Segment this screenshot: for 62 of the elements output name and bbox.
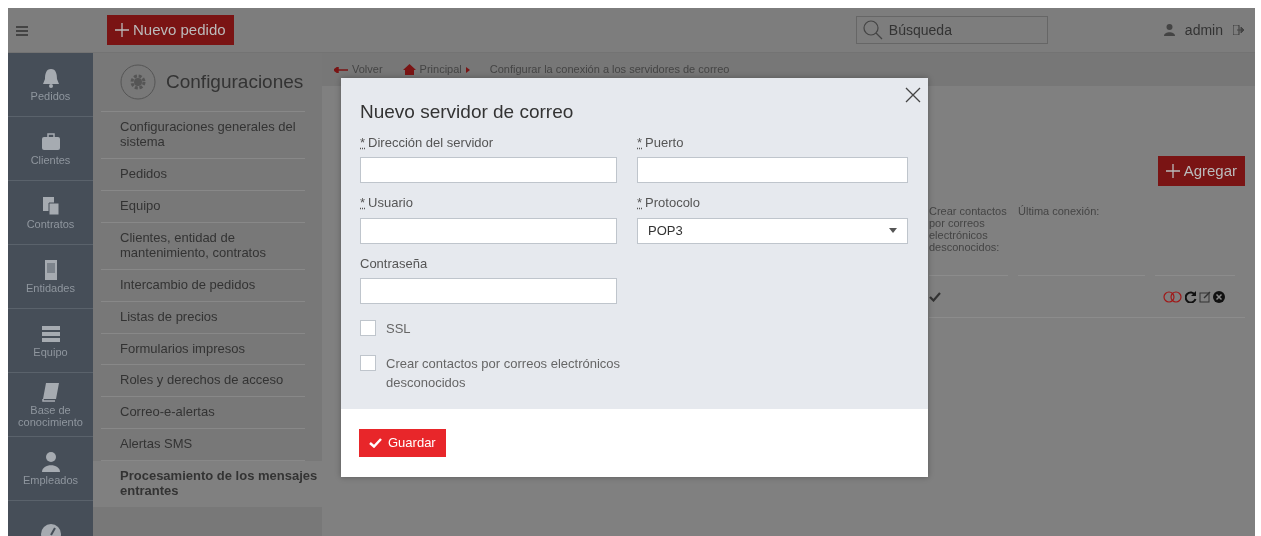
settings-menu-item[interactable]: Clientes, entidad de mantenimiento, contratos (101, 222, 305, 270)
settings-menu-item[interactable]: Formularios impresos (101, 333, 305, 366)
delete-icon[interactable] (1213, 290, 1225, 303)
settings-menu-item[interactable]: Equipo (101, 190, 305, 223)
new-order-button[interactable]: Nuevo pedido (107, 15, 234, 45)
search-icon (862, 20, 883, 40)
refresh-icon[interactable] (1185, 290, 1197, 303)
book-icon[interactable] (39, 380, 62, 403)
briefcase-icon[interactable] (39, 130, 62, 153)
field-label: * Dirección del servidor (360, 133, 495, 152)
field-label: * Usuario (360, 194, 414, 212)
caret-down-icon (889, 228, 897, 233)
column-header: Última conexión: (1018, 205, 1145, 276)
settings-menu-item[interactable]: Pedidos (101, 158, 305, 191)
protocol-select[interactable]: POP3 (637, 217, 908, 244)
plus-icon (1165, 164, 1180, 178)
gauge-icon[interactable] (39, 521, 62, 536)
column-header: Crear contactos por correos electrónicos desconocidos: (929, 205, 1008, 276)
input-field[interactable] (360, 278, 617, 304)
settings-menu-item[interactable]: Configuraciones generales del sistema (101, 112, 305, 159)
field-label: * Protocolo (637, 194, 701, 212)
search-field[interactable]: Búsqueda (855, 16, 1048, 44)
nav-item[interactable]: Entidades (26, 282, 75, 295)
home-icon (402, 64, 416, 75)
checkbox-label[interactable]: SSL (386, 319, 411, 339)
input-field[interactable] (360, 217, 617, 244)
field-label: Contraseña (360, 254, 429, 273)
checkbox-label[interactable]: Crear contactos por correos electrónicos desconocidos (386, 353, 650, 393)
add-button[interactable]: Agregar (1157, 156, 1245, 186)
user-name[interactable]: admin (1184, 19, 1223, 41)
settings-menu-item[interactable]: Intercambio de pedidos (101, 269, 305, 302)
caret-icon (465, 66, 470, 73)
settings-menu-item[interactable]: Procesamiento de los mensajes entrantes (93, 461, 322, 508)
settings-menu-item[interactable]: Roles y derechos de acceso (101, 365, 305, 398)
nav-item[interactable]: Pedidos (30, 90, 71, 103)
settings-menu-item[interactable]: Listas de precios (101, 301, 305, 334)
logout-icon[interactable] (1233, 25, 1245, 35)
nav-item[interactable]: Empleados (22, 474, 78, 487)
check-icon (369, 438, 382, 448)
toggle-icon[interactable] (1163, 290, 1183, 303)
checkbox[interactable] (360, 320, 376, 336)
dialog-title: Nuevo servidor de correo (360, 100, 575, 124)
input-field[interactable] (637, 157, 908, 183)
field-label: * Puerto (637, 133, 685, 152)
close-icon (905, 87, 921, 103)
arrow-left-icon (334, 66, 348, 73)
plus-icon (115, 23, 129, 37)
user-icon (1163, 24, 1175, 36)
nav-item[interactable]: Base de conocimiento (8, 404, 93, 429)
nav-item[interactable]: Clientes (30, 154, 71, 167)
user-icon[interactable] (39, 450, 62, 473)
nav-item[interactable]: Equipo (33, 346, 68, 359)
edit-icon[interactable] (1199, 290, 1211, 303)
save-button[interactable]: Guardar (359, 429, 446, 457)
menu-icon[interactable] (16, 25, 28, 36)
close-button[interactable] (905, 87, 921, 103)
checkbox[interactable] (360, 354, 376, 371)
settings-title: Configuraciones (166, 69, 304, 94)
nav-item[interactable]: Contratos (26, 218, 75, 231)
gear-icon (120, 64, 156, 100)
settings-menu-item[interactable]: Correo-e-alertas (101, 397, 305, 430)
input-field[interactable] (360, 157, 617, 183)
